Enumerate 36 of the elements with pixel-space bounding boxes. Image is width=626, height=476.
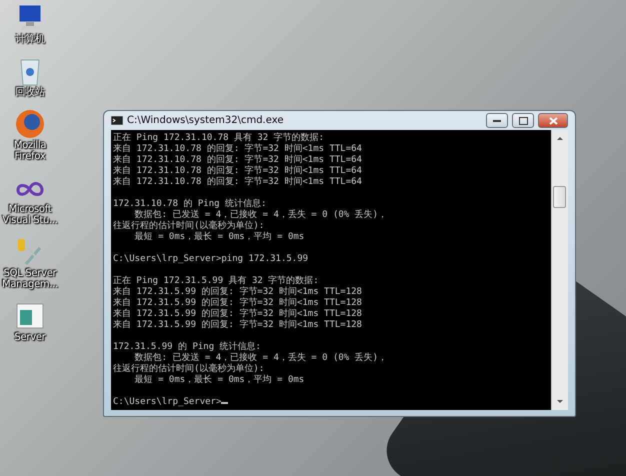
console-line: 来自 172.31.10.78 的回复: 字节=32 时间<1ms TTL=64 bbox=[113, 177, 363, 188]
console-line: 正在 Ping 172.31.10.78 具有 32 字节的数据: bbox=[113, 133, 326, 144]
desktop-icon-label[interactable]: Server bbox=[0, 332, 61, 343]
desktop-icon-label[interactable]: 回收站 bbox=[0, 87, 61, 98]
close-button[interactable] bbox=[538, 113, 568, 128]
console-line: 来自 172.31.5.99 的回复: 字节=32 时间<1ms TTL=128 bbox=[113, 298, 363, 308]
console-line: 172.31.5.99 的 Ping 统计信息: bbox=[113, 342, 262, 352]
console-line: C:\Users\lrp_Server>ping 172.31.5.99 bbox=[113, 254, 310, 265]
console-line: 最短 = 0ms，最长 = 0ms，平均 = 0ms bbox=[134, 375, 306, 386]
console-line: 来自 172.31.10.78 的回复: 字节=32 时间<1ms TTL=64 bbox=[113, 155, 363, 166]
console-line: 数据包: 已发送 = 4，已接收 = 4，丢失 = 0 (0% 丢失)， bbox=[134, 210, 388, 220]
window-title: C:\Windows\system32\cmd.exe bbox=[127, 115, 284, 126]
console-line: 来自 172.31.5.99 的回复: 字节=32 时间<1ms TTL=128 bbox=[113, 287, 363, 298]
console-line: 正在 Ping 172.31.5.99 具有 32 字节的数据: bbox=[113, 276, 320, 286]
desktop-icon-label[interactable]: Microsoft Visual Stu... bbox=[0, 204, 61, 226]
maximize-icon bbox=[518, 116, 528, 124]
scroll-thumb[interactable] bbox=[553, 186, 566, 208]
minimize-button[interactable] bbox=[486, 113, 508, 128]
console-line: 172.31.10.78 的 Ping 统计信息: bbox=[113, 199, 268, 210]
console-line: C:\Users\lrp_Server> bbox=[113, 397, 551, 408]
console-line: 最短 = 0ms，最长 = 0ms，平均 = 0ms bbox=[134, 232, 306, 243]
close-icon bbox=[548, 116, 558, 124]
scrollbar[interactable] bbox=[551, 130, 568, 410]
minimize-icon bbox=[493, 119, 501, 122]
console-line: 往返行程的估计时间(以毫秒为单位): bbox=[113, 364, 266, 374]
console-app-icon bbox=[111, 116, 123, 125]
desktop-icon-label[interactable]: 计算机 bbox=[0, 34, 61, 45]
desktop-icon-label[interactable]: Mozilla Firefox bbox=[0, 140, 61, 162]
console-line: 来自 172.31.10.78 的回复: 字节=32 时间<1ms TTL=64 bbox=[113, 144, 363, 154]
console-line: 来自 172.31.5.99 的回复: 字节=32 时间<1ms TTL=128 bbox=[113, 320, 363, 331]
console-line: 来自 172.31.5.99 的回复: 字节=32 时间<1ms TTL=128 bbox=[113, 309, 363, 320]
console-line: 数据包: 已发送 = 4，已接收 = 4，丢失 = 0 (0% 丢失)， bbox=[134, 353, 388, 363]
console-line: 往返行程的估计时间(以毫秒为单位): bbox=[113, 221, 266, 232]
console-line: 来自 172.31.10.78 的回复: 字节=32 时间<1ms TTL=64 bbox=[113, 166, 363, 176]
maximize-button[interactable] bbox=[512, 113, 534, 128]
desktop-icon-label[interactable]: SQL Server Managem... bbox=[0, 268, 61, 290]
